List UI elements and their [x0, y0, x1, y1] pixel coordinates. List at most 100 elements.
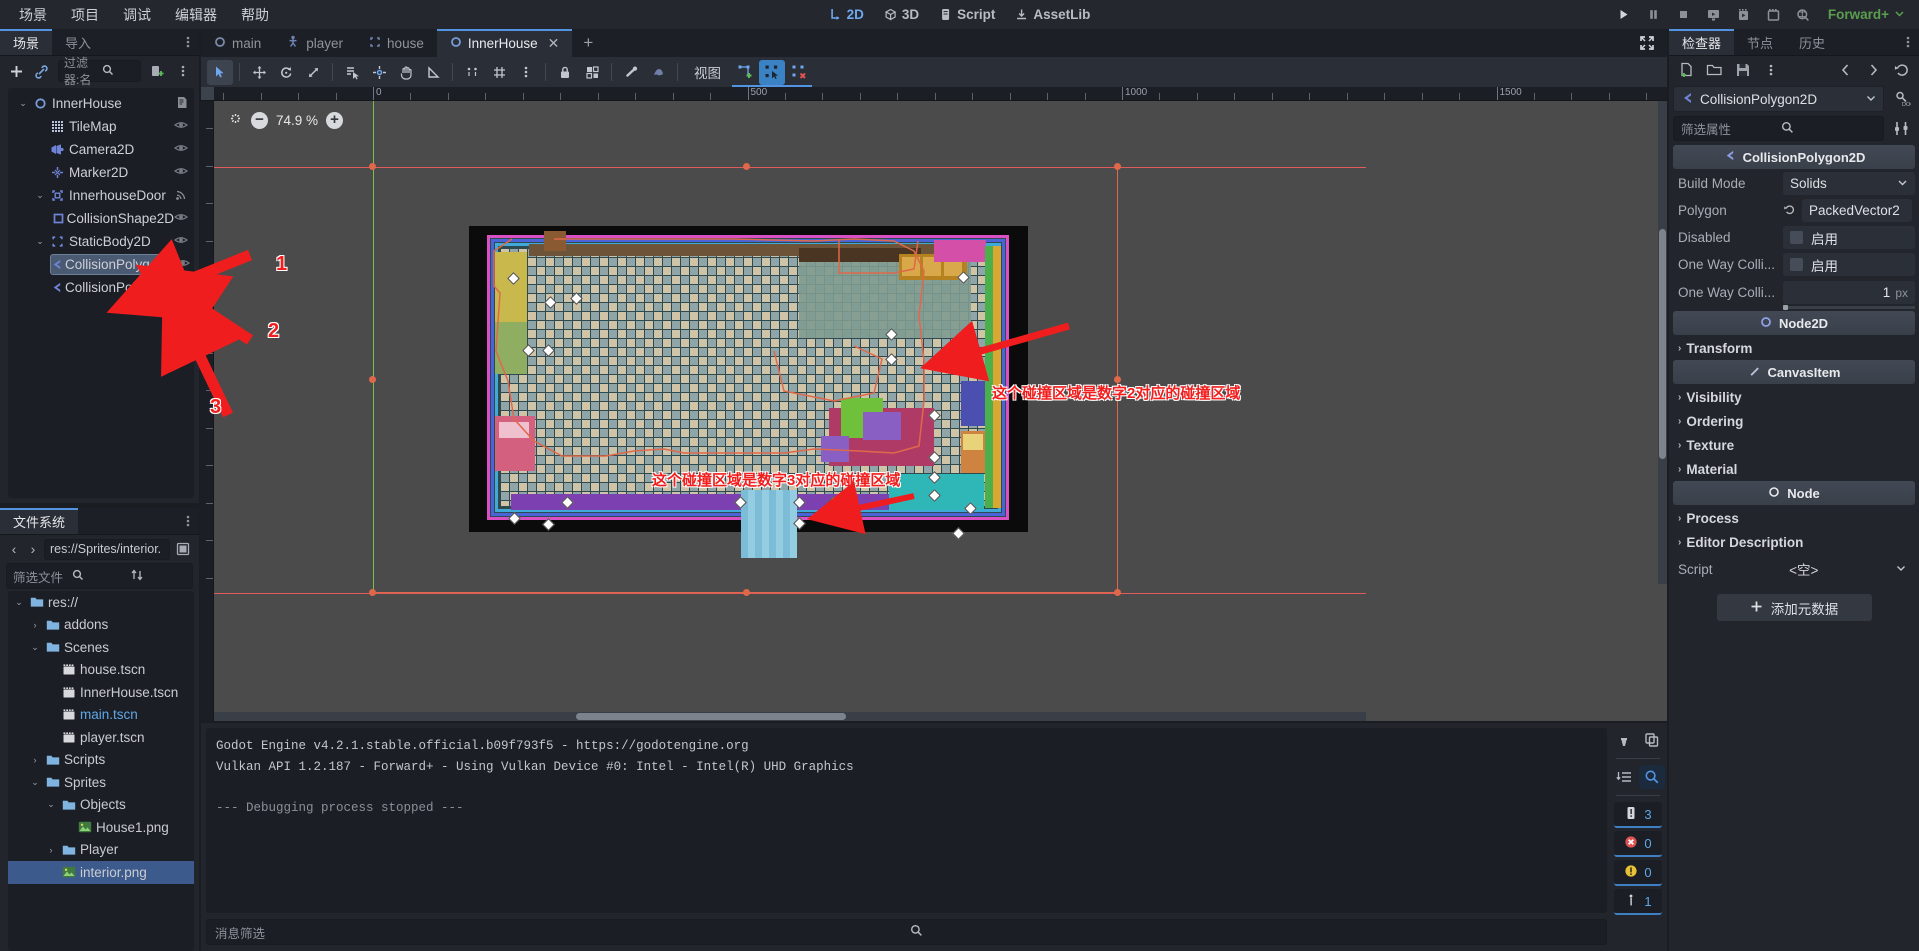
- tab-filesystem[interactable]: 文件系统: [0, 508, 79, 534]
- filesystem-menu-icon[interactable]: [177, 508, 199, 534]
- list-select-icon[interactable]: [339, 60, 365, 85]
- new-resource-icon[interactable]: [1673, 58, 1700, 82]
- scene-tree-item-marker2d[interactable]: Marker2D: [8, 161, 194, 184]
- tab-2d[interactable]: 2D: [820, 3, 873, 26]
- eye-icon[interactable]: [173, 142, 189, 157]
- resize-handle-bl[interactable]: [369, 589, 376, 596]
- filesystem-item-objects[interactable]: ⌄ Objects: [8, 794, 194, 817]
- tab-import[interactable]: 导入: [52, 29, 104, 55]
- group-transform[interactable]: › Transform: [1673, 336, 1915, 360]
- canvas-viewport[interactable]: − 74.9 % + 这个碰撞区域是数字2对应的碰撞区域 这个碰撞区域是数字3对…: [214, 101, 1667, 721]
- scene-tab-house[interactable]: house: [356, 29, 437, 57]
- eye-icon[interactable]: [173, 211, 189, 226]
- scene-filter-input[interactable]: 过滤器:名: [58, 56, 141, 87]
- eye-icon[interactable]: [176, 257, 191, 272]
- filesystem-tree[interactable]: ⌄ res:// › addons ⌄ Scenes house.tscn InnerHous…: [8, 591, 194, 951]
- inspector-forward-icon[interactable]: [1860, 58, 1887, 82]
- pivot-icon[interactable]: [366, 60, 392, 85]
- scene-tree-item-camera2d[interactable]: Camera2D: [8, 138, 194, 161]
- move-icon[interactable]: [246, 60, 272, 85]
- tree-twist-icon[interactable]: ›: [28, 620, 42, 630]
- resize-handle-tc[interactable]: [743, 163, 750, 170]
- view-menu-button[interactable]: 视图: [684, 62, 731, 82]
- tab-inspector[interactable]: 检查器: [1669, 29, 1735, 55]
- disabled-checkbox[interactable]: 启用: [1783, 226, 1915, 249]
- scene-tree-item-tilemap[interactable]: TileMap: [8, 115, 194, 138]
- inspector-settings-icon[interactable]: [1888, 117, 1915, 141]
- tree-twist-icon[interactable]: ⌄: [28, 642, 42, 653]
- stop-icon[interactable]: [1669, 3, 1698, 27]
- tab-script[interactable]: Script: [930, 3, 1004, 26]
- tab-assetlib[interactable]: AssetLib: [1006, 3, 1099, 26]
- group-texture[interactable]: › Texture: [1673, 433, 1915, 457]
- clear-output-icon[interactable]: [1611, 728, 1637, 752]
- create-point-icon[interactable]: [732, 60, 758, 85]
- eye-icon[interactable]: [173, 234, 189, 249]
- filesystem-item-house1-png[interactable]: House1.png: [8, 816, 194, 839]
- ruler-icon[interactable]: [420, 60, 446, 85]
- grid-snap-icon[interactable]: [486, 60, 512, 85]
- resize-handle-tr[interactable]: [1114, 163, 1121, 170]
- filesystem-item-interior-png[interactable]: interior.png: [8, 861, 194, 884]
- lock-icon[interactable]: [552, 60, 578, 85]
- toggle-split-mode-icon[interactable]: [173, 539, 193, 559]
- tab-node[interactable]: 节点: [1734, 29, 1786, 55]
- log-count-button[interactable]: 3: [1614, 802, 1662, 828]
- filesystem-item-scenes[interactable]: ⌄ Scenes: [8, 636, 194, 659]
- forward-icon[interactable]: ›: [25, 539, 41, 559]
- group-material[interactable]: › Material: [1673, 457, 1915, 481]
- viewport-hscrollbar[interactable]: [214, 712, 1366, 721]
- rotate-icon[interactable]: [273, 60, 299, 85]
- scene-tab-player[interactable]: player: [274, 29, 356, 57]
- play-scene-icon[interactable]: [1699, 3, 1728, 27]
- viewport-vscrollbar[interactable]: [1658, 101, 1667, 584]
- menu-item-scene[interactable]: 场景: [8, 1, 58, 29]
- zoom-in-button[interactable]: +: [326, 111, 344, 129]
- scene-tree-item-innerhousedoor[interactable]: ⌄ InnerhouseDoor: [8, 184, 194, 207]
- group-process[interactable]: › Process: [1673, 506, 1915, 530]
- resize-handle-bc[interactable]: [743, 589, 750, 596]
- zoom-level-label[interactable]: 74.9 %: [276, 113, 318, 128]
- info-count-button[interactable]: 1: [1614, 889, 1662, 915]
- group-icon[interactable]: [579, 60, 605, 85]
- error-count-button[interactable]: 0: [1614, 831, 1662, 857]
- save-resource-icon[interactable]: [1729, 58, 1756, 82]
- snap-mode-icon[interactable]: [459, 60, 485, 85]
- add-node-icon[interactable]: [5, 60, 27, 82]
- filesystem-item-res-[interactable]: ⌄ res://: [8, 591, 194, 614]
- close-icon[interactable]: ✕: [548, 35, 560, 52]
- scene-tree-item-collisionpolygon[interactable]: CollisionPolygon...: [8, 276, 194, 299]
- filesystem-item-player-tscn[interactable]: player.tscn: [8, 726, 194, 749]
- scene-tab-main[interactable]: main: [201, 29, 274, 57]
- tab-history[interactable]: 历史: [1786, 29, 1838, 55]
- eye-icon[interactable]: [173, 165, 189, 180]
- one-way-collision-checkbox[interactable]: 启用: [1783, 253, 1915, 276]
- split-scene-filesystem[interactable]: [0, 503, 199, 508]
- menu-item-debug[interactable]: 调试: [112, 1, 162, 29]
- tree-twist-icon[interactable]: ⌄: [16, 98, 30, 109]
- tree-twist-icon[interactable]: ⌄: [28, 777, 42, 788]
- script-icon[interactable]: [175, 96, 188, 112]
- inspector-more-icon[interactable]: [1757, 58, 1784, 82]
- scene-tree-item-collisionshape2d[interactable]: CollisionShape2D: [8, 207, 194, 230]
- delete-point-icon[interactable]: [786, 60, 812, 85]
- play-custom-icon[interactable]: [1729, 3, 1758, 27]
- group-editor-description[interactable]: › Editor Description: [1673, 530, 1915, 554]
- message-filter-input[interactable]: 消息筛选: [206, 919, 1607, 945]
- dock-menu-icon[interactable]: [177, 29, 199, 55]
- select-icon[interactable]: [207, 59, 233, 85]
- split-editor-inspector[interactable]: [1667, 29, 1669, 951]
- filesystem-item-addons[interactable]: › addons: [8, 614, 194, 637]
- add-scene-tab-icon[interactable]: +: [572, 29, 604, 57]
- tab-3d[interactable]: 3D: [875, 3, 928, 26]
- inspector-history-icon[interactable]: [1888, 58, 1915, 82]
- open-resource-icon[interactable]: [1701, 58, 1728, 82]
- selected-node-display[interactable]: CollisionPolygon2D: [1673, 86, 1884, 112]
- revert-icon[interactable]: [1783, 203, 1796, 219]
- filesystem-item-house-tscn[interactable]: house.tscn: [8, 659, 194, 682]
- play-icon[interactable]: [1609, 3, 1638, 27]
- script-value[interactable]: <空>: [1713, 559, 1895, 579]
- output-console[interactable]: Godot Engine v4.2.1.stable.official.b09f…: [206, 728, 1607, 913]
- path-display[interactable]: res://Sprites/interior.: [44, 538, 170, 560]
- group-ordering[interactable]: › Ordering: [1673, 409, 1915, 433]
